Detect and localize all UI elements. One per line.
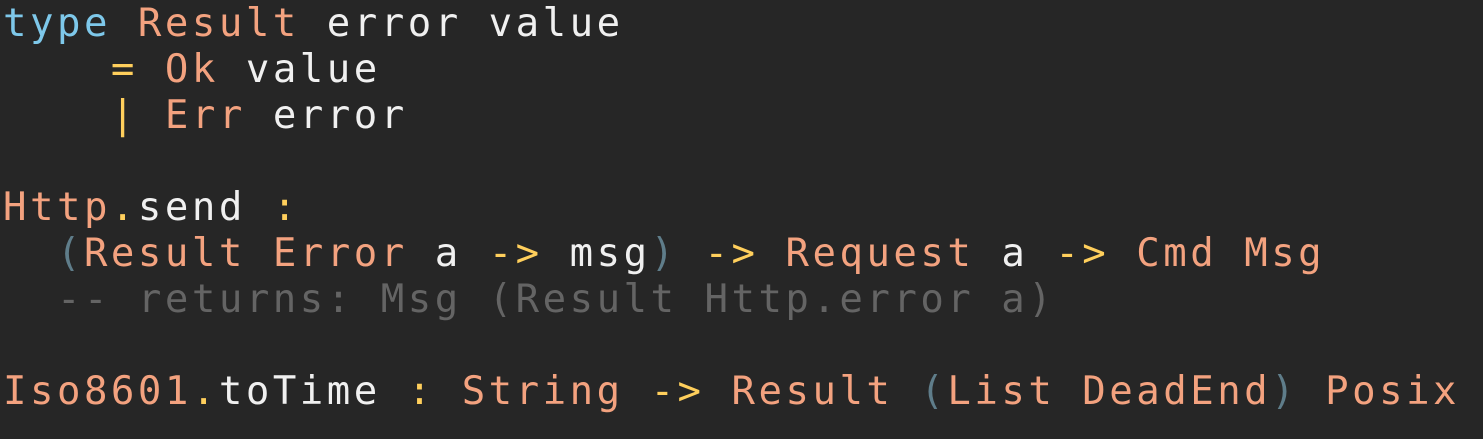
type-token: Result (731, 369, 894, 414)
operator-token: . (110, 185, 138, 230)
indent-token (3, 47, 111, 92)
paren-token: ) (1271, 369, 1299, 414)
plain-token: error (245, 93, 408, 138)
type-token: Http (3, 185, 111, 230)
keyword-token: type (3, 1, 111, 46)
type-token: Posix (1325, 369, 1461, 414)
code-line: | Err error (3, 93, 1483, 139)
type-token: Iso8601 (3, 369, 192, 414)
operator-token: = (110, 47, 138, 92)
type-token: String (461, 369, 624, 414)
operator-token: : (407, 369, 435, 414)
operator-token: -> (650, 369, 705, 414)
plain-token: error value (299, 1, 624, 46)
paren-token: ( (56, 231, 84, 276)
indent-token (3, 277, 57, 322)
operator-token: -> (488, 231, 543, 276)
plain-token: send (137, 185, 273, 230)
type-token: Err (164, 93, 246, 138)
code-line: Iso8601.toTime : String -> Result (List … (3, 369, 1483, 415)
type-token: Msg (1244, 231, 1326, 276)
type-token: Request (785, 231, 975, 276)
type-token: List (947, 369, 1056, 414)
indent-token (3, 93, 111, 138)
code-line: type Result error value (3, 1, 1483, 47)
operator-token: -> (1055, 231, 1110, 276)
type-token: Result (137, 1, 300, 46)
plain-token: toTime (218, 369, 408, 414)
indent-token (3, 231, 57, 276)
plain-token: a (974, 231, 1056, 276)
plain-token: msg (542, 231, 651, 276)
plain-token: value (218, 47, 381, 92)
paren-token: ) (650, 231, 678, 276)
type-token: DeadEnd (1082, 369, 1272, 414)
type-token: Cmd (1136, 231, 1218, 276)
code-line: Http.send : (3, 185, 1483, 231)
operator-token: : (272, 185, 300, 230)
type-token: Ok (164, 47, 219, 92)
type-token: Result (83, 231, 246, 276)
plain-token: a (407, 231, 489, 276)
comment-token: -- returns: Msg (Result Http.error a) (56, 277, 1056, 322)
operator-token: | (110, 93, 138, 138)
code-line: = Ok value (3, 47, 1483, 93)
operator-token: . (191, 369, 219, 414)
type-token: Error (272, 231, 408, 276)
operator-token: -> (704, 231, 759, 276)
paren-token: ( (920, 369, 948, 414)
code-line: (Result Error a -> msg) -> Request a -> … (3, 231, 1483, 277)
code-line: -- returns: Msg (Result Http.error a) (3, 277, 1483, 323)
code-editor[interactable]: type Result error value = Ok value | Err… (0, 0, 1483, 439)
